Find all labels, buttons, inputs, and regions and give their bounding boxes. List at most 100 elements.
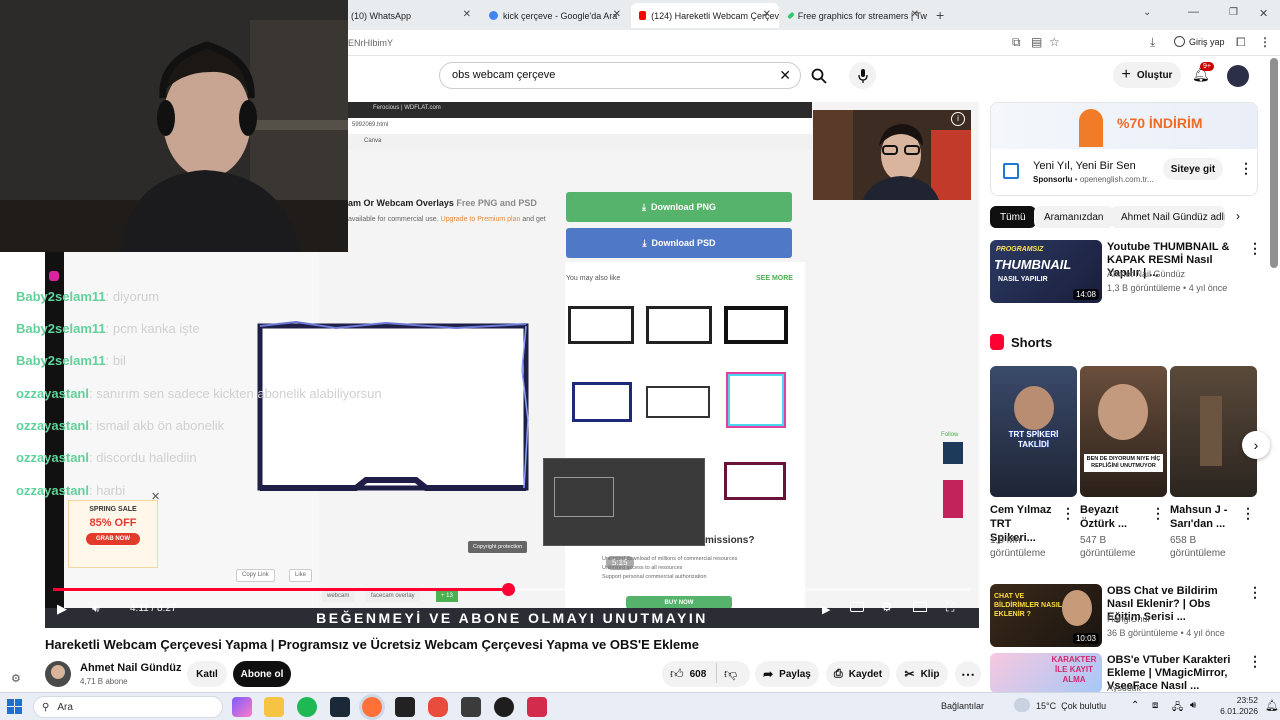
tab-whatsapp[interactable]: (10) WhatsApp ✕ [343, 3, 479, 28]
dislike-button[interactable]: 👎︎ [724, 666, 737, 682]
shorts-next-button[interactable]: › [1242, 431, 1270, 459]
weather-widget[interactable]: 15°C Çok bulutlu [1036, 701, 1106, 711]
epic-games-icon[interactable] [395, 697, 415, 717]
star-icon[interactable]: ☆ [1049, 35, 1060, 49]
new-tab-icon[interactable]: + [936, 7, 944, 23]
clip-button[interactable]: ✂ Klip [896, 661, 948, 687]
taskbar-search[interactable]: ⚲ Ara [33, 696, 223, 718]
close-tab-icon[interactable]: ✕ [613, 9, 621, 20]
close-ad-icon: ✕ [151, 491, 161, 503]
chip-channel[interactable]: Ahmet Nail Gündüz adlı [1111, 206, 1225, 228]
short-thumbnail[interactable]: BEN DE DIYORUM NIYE HİÇ REPLİĞİNİ UNUTMU… [1080, 366, 1167, 497]
minimize-icon[interactable]: — [1188, 6, 1199, 18]
short-thumbnail[interactable] [1170, 366, 1257, 497]
connections-label[interactable]: Bağlantılar [941, 701, 984, 711]
info-icon[interactable]: i [951, 112, 965, 126]
more-icon[interactable]: ⋮ [1151, 505, 1165, 522]
fullscreen-icon[interactable]: ⛶ [946, 600, 954, 615]
like-button[interactable]: 👍︎ 608 [670, 666, 706, 682]
steam-icon[interactable] [330, 697, 350, 717]
account-avatar[interactable] [1227, 65, 1249, 87]
scissors-icon: ✂ [904, 667, 915, 681]
close-tab-icon[interactable]: ✕ [911, 9, 919, 20]
tab-google[interactable]: kick çerçeve - Google'da Ara ✕ [481, 3, 629, 28]
spotify-icon[interactable] [297, 697, 317, 717]
file-explorer-icon[interactable] [264, 697, 284, 717]
clear-search-icon[interactable]: ✕ [779, 67, 791, 84]
voice-search-button[interactable] [849, 62, 876, 89]
obs-icon[interactable] [494, 697, 514, 717]
signin-button[interactable]: Giriş yap [1174, 36, 1225, 47]
miniplayer-icon[interactable] [913, 602, 927, 612]
chat-message: ozzayastanl: discordu hallediin [16, 450, 197, 465]
short-thumbnail[interactable]: TRT SPİKERİ TAKLİDİ [990, 366, 1077, 497]
spring-sale-label: SPRING SALE [89, 506, 137, 513]
notification-center-icon[interactable]: 🔔︎ [1265, 699, 1279, 712]
settings-icon[interactable]: ⚙ [881, 599, 893, 615]
channel-avatar[interactable] [45, 661, 71, 687]
save-button[interactable]: ⎙ Kaydet [826, 661, 890, 687]
taskbar-search-label: Ara [57, 701, 73, 713]
clock[interactable]: 23:52 6.01.2026 [1212, 695, 1258, 717]
close-tab-icon[interactable]: ✕ [763, 9, 771, 20]
autoplay-toggle[interactable]: ▶ [822, 603, 830, 616]
more-icon[interactable]: ⋮ [1248, 240, 1262, 257]
copilot-icon[interactable] [232, 697, 252, 717]
download-icon[interactable]: ⤓ [1150, 35, 1155, 50]
page-scrollbar-thumb[interactable] [1270, 58, 1278, 268]
reader-icon[interactable]: ▤ [1031, 35, 1042, 49]
url-text[interactable]: ENrHIbimY [348, 38, 393, 48]
chevron-down-icon[interactable]: ⌄ [1143, 7, 1151, 18]
graphics-icon [787, 11, 795, 20]
video-channel: Ahmet Nail Gündüz [1107, 269, 1186, 279]
video-thumbnail[interactable]: PROGRAMSIZ THUMBNAIL NASIL YAPILIR 14:08 [990, 240, 1102, 303]
create-button[interactable]: + Oluştur [1113, 62, 1181, 88]
extensions-icon[interactable]: ⧠ [1236, 35, 1246, 50]
firefox-icon[interactable] [362, 697, 382, 717]
settings-gear-icon[interactable]: ⚙ [11, 672, 21, 685]
share-button[interactable]: ➦ Paylaş [755, 661, 819, 687]
windows-start-icon[interactable] [7, 699, 22, 714]
search-input[interactable]: obs webcam çerçeve ✕ [439, 62, 801, 89]
visit-site-button[interactable]: Siteye git [1163, 158, 1223, 180]
short-title[interactable]: Beyazıt Öztürk ... [1080, 503, 1150, 531]
microphone-app-icon[interactable] [428, 697, 448, 717]
volume-icon[interactable]: 🔊︎ [92, 601, 100, 616]
more-icon[interactable]: ⋮ [1248, 653, 1262, 670]
more-icon[interactable]: ⋮ [1061, 505, 1075, 522]
inner-url-bar: 5992069.html [348, 118, 812, 134]
network-icon[interactable]: 🖧︎ [1172, 700, 1183, 717]
install-icon[interactable]: ⧉ [1012, 35, 1021, 50]
volume-icon[interactable]: 🔊︎ [1190, 700, 1196, 711]
more-actions-button[interactable]: ⋯ [955, 661, 981, 687]
tab-free-graphics[interactable]: Free graphics for streamers | Tw ✕ [781, 3, 927, 28]
play-icon[interactable]: ▶ [57, 601, 71, 616]
subscribe-button[interactable]: Abone ol [233, 661, 291, 687]
subtitles-icon[interactable] [850, 602, 864, 612]
progress-bar[interactable] [53, 583, 971, 596]
tab-youtube[interactable]: (124) Hareketli Webcam Çerçev ✕ [631, 3, 779, 28]
restore-icon[interactable]: ❐ [1229, 7, 1238, 18]
chip-from-search[interactable]: Aramanızdan [1034, 206, 1114, 228]
menu-icon[interactable]: ⋮ [1259, 35, 1271, 49]
close-tab-icon[interactable]: ✕ [463, 9, 471, 20]
channel-name[interactable]: Ahmet Nail Gündüz [80, 662, 181, 674]
app-icon[interactable] [527, 697, 547, 717]
short-title[interactable]: Mahsun J - Sarı'dan ... [1170, 503, 1240, 531]
search-button[interactable] [801, 62, 837, 89]
notifications-button[interactable]: 🔔︎ 9+ [1192, 62, 1214, 83]
terminal-icon[interactable] [461, 697, 481, 717]
windows-update-icon[interactable]: ⧈ [1152, 700, 1158, 711]
sponsored-card[interactable]: %70 İNDİRİM Yeni Yıl, Yeni Bir Sen Spons… [990, 102, 1258, 196]
more-icon[interactable]: ⋮ [1239, 160, 1253, 177]
more-icon[interactable]: ⋮ [1241, 505, 1255, 522]
more-icon[interactable]: ⋮ [1248, 584, 1262, 601]
short-views: 658 B görüntüleme [1170, 535, 1226, 559]
close-window-icon[interactable]: ✕ [1259, 7, 1268, 20]
join-button[interactable]: Katıl [187, 661, 227, 687]
video-thumbnail[interactable]: CHAT VE BİLDİRİMLER NASIL EKLENİR ? 10:0… [990, 584, 1102, 647]
chevron-right-icon[interactable]: › [1236, 209, 1240, 223]
tray-up-icon[interactable]: ⌃ [1131, 700, 1139, 711]
video-thumbnail[interactable]: KARAKTER İLE KAYIT ALMA [990, 653, 1102, 693]
chip-all[interactable]: Tümü [990, 206, 1036, 228]
